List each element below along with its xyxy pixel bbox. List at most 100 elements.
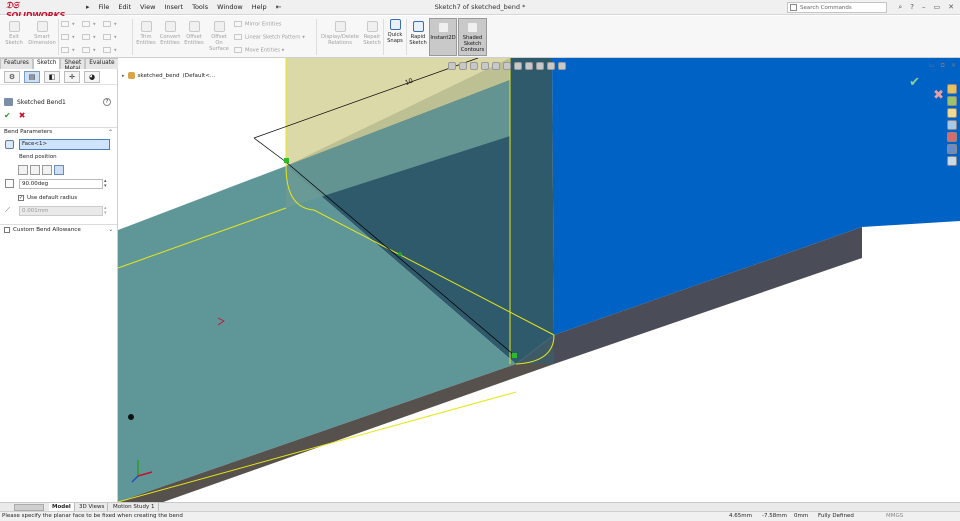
- solidworks-forum-icon[interactable]: [947, 156, 957, 166]
- solidworks-logo[interactable]: 𝔇𝔖SOLIDWORKS: [6, 1, 78, 20]
- menu-tools[interactable]: Tools: [192, 3, 208, 11]
- menu-help[interactable]: Help: [252, 3, 267, 11]
- confirm-corner-ok-icon[interactable]: ✔: [909, 75, 920, 90]
- line-tool[interactable]: ▾: [61, 21, 75, 28]
- dynamic-annotation-icon[interactable]: [492, 62, 500, 70]
- endpoint-marker[interactable]: [512, 353, 517, 358]
- tab-evaluate[interactable]: Evaluate: [85, 58, 119, 69]
- menu-insert[interactable]: Insert: [164, 3, 183, 11]
- display-style-icon[interactable]: [514, 62, 522, 70]
- bend-radius-input[interactable]: 0.001mm: [19, 206, 103, 216]
- close-icon[interactable]: ✕: [948, 3, 954, 12]
- circle-tool[interactable]: ▾: [82, 21, 96, 28]
- angle-direction-icon[interactable]: [5, 179, 14, 188]
- polygon-tool[interactable]: ▾: [82, 47, 96, 54]
- offset-on-surface-button[interactable]: Offset On Surface: [207, 21, 231, 52]
- tree-expand-icon[interactable]: ▸: [122, 73, 125, 79]
- fillet-tool[interactable]: ▾: [103, 34, 117, 41]
- pin-icon[interactable]: ⇤: [276, 3, 282, 11]
- expand-chevron-icon[interactable]: ⌄: [108, 227, 113, 233]
- fixed-face-selection-box[interactable]: Face<1>: [19, 139, 110, 150]
- search-icon[interactable]: ⌕: [898, 3, 902, 12]
- bend-centerline-icon[interactable]: [18, 164, 28, 175]
- ok-check-icon[interactable]: ✔: [4, 111, 11, 120]
- model-view[interactable]: 10: [118, 58, 960, 502]
- rectangle-tool[interactable]: ▾: [61, 34, 75, 41]
- instant2d-button[interactable]: Instant2D: [429, 18, 457, 56]
- viewport-close-icon[interactable]: ✕: [951, 62, 956, 70]
- menu-file[interactable]: File: [99, 3, 110, 11]
- feature-tree-root[interactable]: ▸ sketched_bend (Default<...: [122, 72, 215, 79]
- display-manager-icon[interactable]: ◕: [84, 70, 100, 83]
- edit-appearance-icon[interactable]: [536, 62, 544, 70]
- radius-spinner-icon[interactable]: ▴ ▾: [104, 206, 107, 216]
- midpoint-marker[interactable]: [398, 252, 402, 256]
- material-inside-icon[interactable]: [30, 164, 40, 175]
- slot-tool[interactable]: ▾: [61, 47, 75, 54]
- status-units[interactable]: MMGS: [886, 513, 903, 519]
- feature-manager-icon[interactable]: ⚙: [4, 70, 20, 83]
- linear-pattern-button[interactable]: Linear Sketch Pattern ▾: [234, 34, 305, 41]
- previous-view-icon[interactable]: [470, 62, 478, 70]
- spline-tool[interactable]: ▾: [103, 21, 117, 28]
- bend-outside-icon[interactable]: [54, 164, 64, 175]
- repair-sketch-button[interactable]: Repair Sketch: [362, 21, 382, 46]
- design-library-icon[interactable]: [947, 96, 957, 106]
- cancel-x-icon[interactable]: ✖: [19, 111, 26, 120]
- view-settings-icon[interactable]: [558, 62, 566, 70]
- smart-dimension-button[interactable]: Smart Dimension: [27, 21, 57, 46]
- property-manager-icon[interactable]: ▤: [24, 70, 40, 83]
- menu-window[interactable]: Window: [217, 3, 243, 11]
- dimxpert-icon[interactable]: ✛: [64, 70, 80, 83]
- mirror-entities-button[interactable]: Mirror Entities: [234, 21, 281, 28]
- section-view-icon[interactable]: [481, 62, 489, 70]
- exit-sketch-button[interactable]: Exit Sketch: [3, 21, 25, 46]
- hide-show-icon[interactable]: [525, 62, 533, 70]
- convert-entities-button[interactable]: Convert Entities: [158, 21, 182, 46]
- file-explorer-icon[interactable]: [947, 108, 957, 118]
- bend-parameters-header[interactable]: Bend Parameters ⌃: [0, 127, 117, 136]
- help-icon[interactable]: ?: [910, 3, 914, 12]
- custom-bend-allowance-header[interactable]: Custom Bend Allowance ⌄: [0, 224, 117, 235]
- arc-tool[interactable]: ▾: [82, 34, 96, 41]
- viewport-restore-icon[interactable]: ⧉: [941, 62, 945, 70]
- tab-features[interactable]: Features: [0, 58, 33, 69]
- trim-entities-button[interactable]: Trim Entities: [135, 21, 157, 46]
- menu-view[interactable]: View: [140, 3, 155, 11]
- menu-edit[interactable]: Edit: [118, 3, 131, 11]
- text-tool[interactable]: ▾: [103, 47, 117, 54]
- view-orientation-icon[interactable]: [503, 62, 511, 70]
- endpoint-marker[interactable]: [284, 158, 289, 163]
- offset-entities-button[interactable]: Offset Entities: [183, 21, 205, 46]
- checkbox-unchecked-icon[interactable]: [4, 227, 10, 233]
- view-palette-icon[interactable]: [947, 120, 957, 130]
- tab-sheet-metal[interactable]: Sheet Metal: [60, 58, 86, 72]
- move-entities-button[interactable]: Move Entities ▾: [234, 47, 284, 54]
- collapse-chevron-icon[interactable]: ⌃: [108, 129, 113, 136]
- confirm-corner-cancel-icon[interactable]: ✖: [933, 88, 944, 103]
- search-commands-input[interactable]: Search Commands: [787, 2, 887, 13]
- custom-properties-icon[interactable]: [947, 144, 957, 154]
- quick-snaps-button[interactable]: Quick Snaps: [385, 19, 405, 44]
- appearances-icon[interactable]: [947, 132, 957, 142]
- shaded-sketch-contours-button[interactable]: Shaded Sketch Contours: [458, 18, 487, 56]
- angle-spinner-icon[interactable]: ▴ ▾: [104, 179, 107, 189]
- zoom-area-icon[interactable]: [459, 62, 467, 70]
- display-delete-relations-button[interactable]: Display/Delete Relations: [320, 21, 360, 46]
- apply-scene-icon[interactable]: [547, 62, 555, 70]
- restore-icon[interactable]: ▭: [934, 3, 941, 12]
- bend-angle-input[interactable]: 90.00deg: [19, 179, 103, 189]
- rapid-sketch-button[interactable]: Rapid Sketch: [408, 21, 428, 46]
- graphics-area[interactable]: 10 ▸ sketched_bend (Default<... ▭ ⧉ ✕ ✔ …: [118, 58, 960, 502]
- tab-sketch[interactable]: Sketch: [32, 58, 61, 69]
- help-icon[interactable]: ?: [103, 98, 111, 106]
- use-default-radius-checkbox[interactable]: ✓ Use default radius: [0, 193, 117, 203]
- viewport-minimize-icon[interactable]: ▭: [929, 62, 935, 70]
- zoom-to-fit-icon[interactable]: [448, 62, 456, 70]
- material-outside-icon[interactable]: [42, 164, 52, 175]
- solidworks-resources-icon[interactable]: [947, 84, 957, 94]
- configuration-manager-icon[interactable]: ◧: [44, 70, 60, 83]
- tab-scroll-arrows[interactable]: [14, 504, 44, 511]
- minimize-icon[interactable]: –: [922, 3, 926, 12]
- menu-expand-icon[interactable]: ▸: [86, 3, 90, 11]
